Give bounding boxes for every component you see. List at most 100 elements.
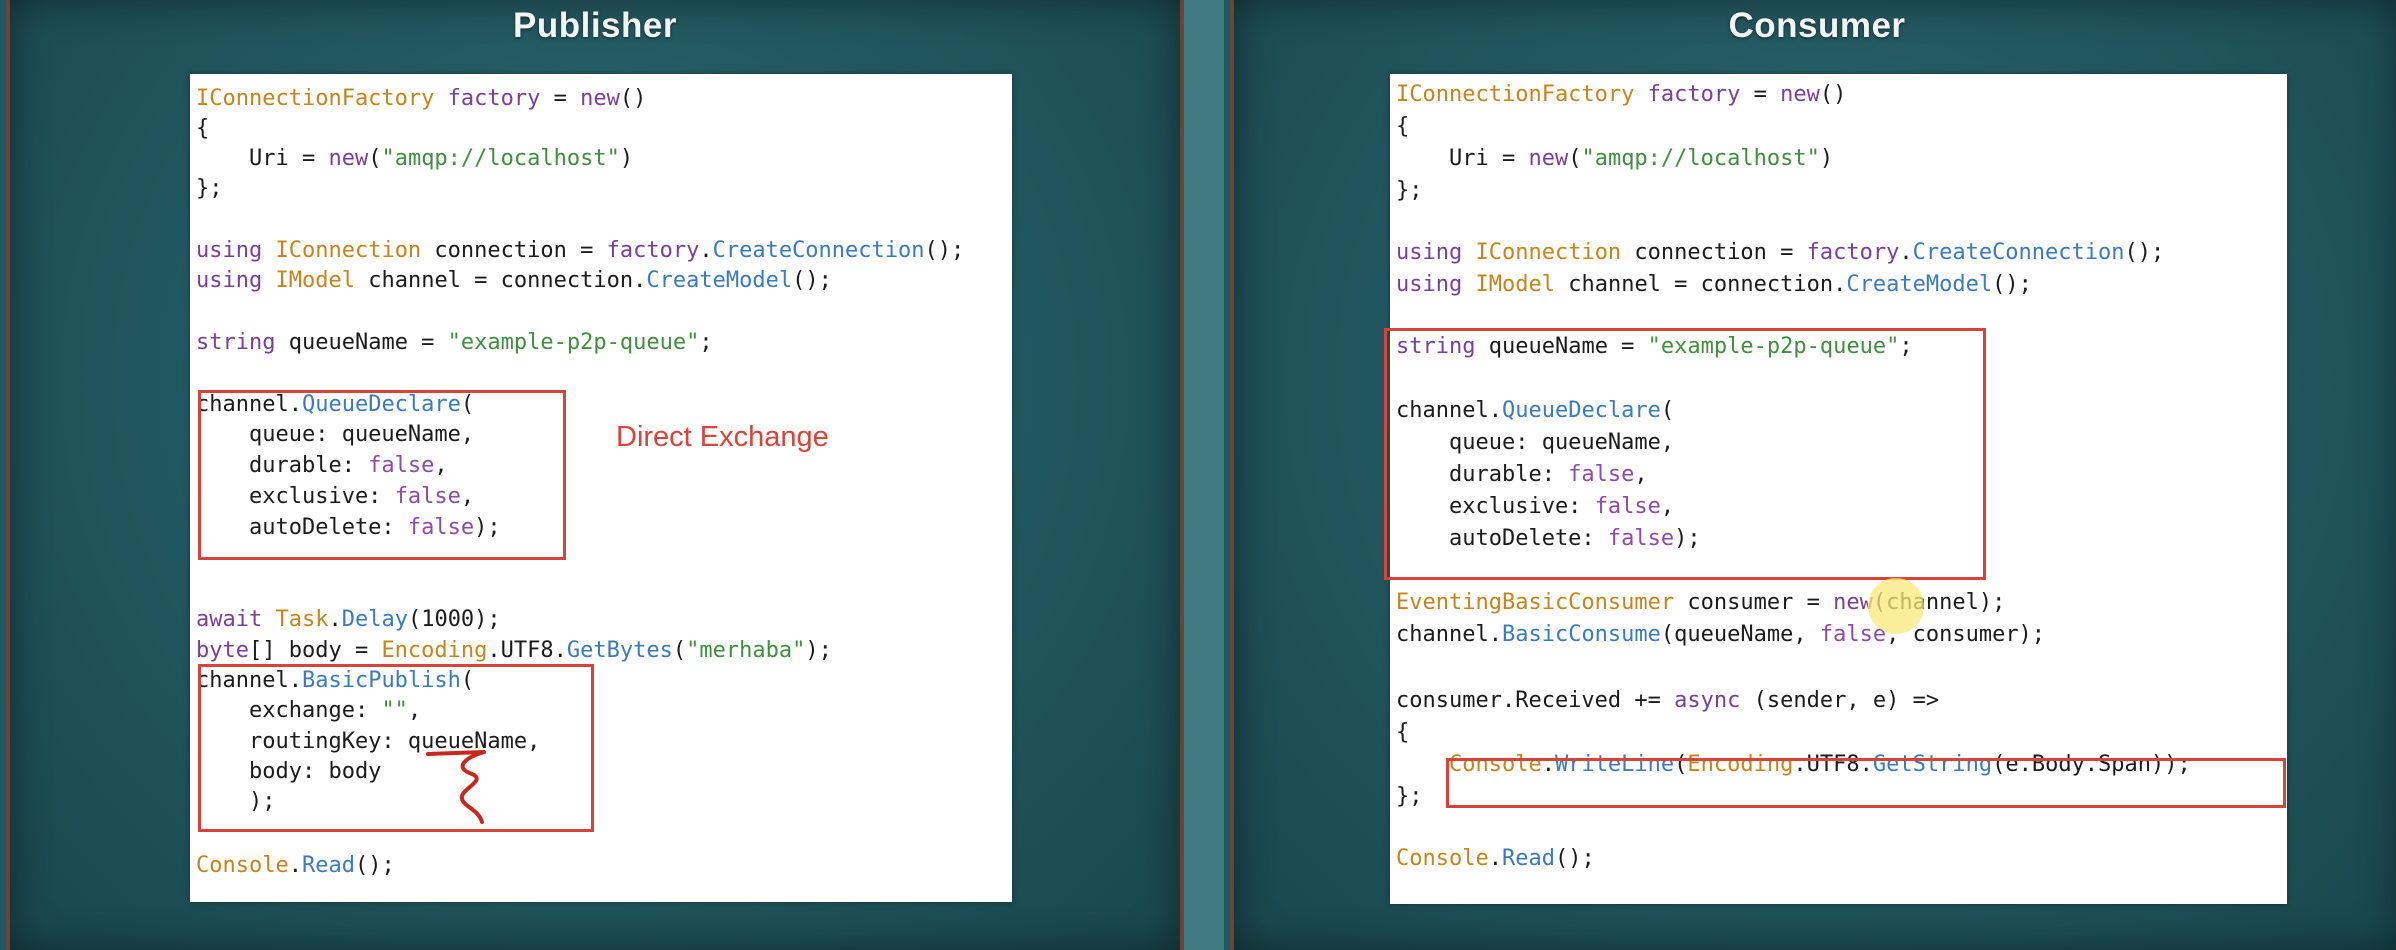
panel-divider	[1184, 0, 1224, 950]
publisher-code-token: "example-p2p-queue"	[447, 330, 700, 355]
consumer-code-line: IConnectionFactory factory = new()	[1396, 80, 1846, 110]
publisher-code-token: {	[196, 116, 210, 141]
queue-declare-highlight-box	[1384, 328, 1986, 580]
consumer-code-line: Console.Read();	[1396, 844, 1595, 874]
publisher-code-line: };	[196, 174, 223, 204]
direct-exchange-note: Direct Exchange	[616, 421, 829, 453]
consumer-code-token: channel = connection.	[1554, 272, 1847, 297]
consumer-code-line: consumer.Received += async (sender, e) =…	[1396, 686, 1939, 716]
publisher-code-token: (	[672, 638, 687, 663]
consumer-code-token: connection =	[1621, 240, 1807, 265]
publisher-code-token: factory	[447, 86, 541, 111]
publisher-code-token: (	[368, 146, 382, 171]
publisher-code-token: using	[196, 268, 263, 293]
publisher-code-token: .	[328, 607, 342, 632]
consumer-code-token: ();	[2124, 240, 2165, 265]
publisher-code-line: {	[196, 114, 209, 144]
publisher-code-token: ();	[924, 238, 965, 263]
consumer-code-token: (queueName,	[1660, 622, 1820, 647]
consumer-code-token: factory	[1806, 240, 1900, 265]
publisher-code-token: };	[196, 176, 223, 201]
pen-scribble-annotation	[426, 750, 486, 824]
consumer-code-token: IConnection	[1475, 240, 1622, 265]
consumer-code-line: };	[1396, 176, 1423, 206]
consumer-code-token: {	[1396, 114, 1410, 139]
publisher-code-token: Console	[196, 853, 289, 878]
publisher-code-token: using	[196, 238, 263, 263]
consumer-code-token: new	[1833, 590, 1873, 615]
consumer-code-token: Uri =	[1396, 146, 1529, 171]
consumer-code-token: .	[1488, 846, 1502, 871]
consumer-code-token: (	[1568, 146, 1582, 171]
consumer-code-line: channel.BasicConsume(queueName, false, c…	[1396, 620, 2045, 650]
consumer-code-token: using	[1396, 272, 1463, 297]
consumer-code-token	[1634, 82, 1647, 107]
consumer-code-token	[1462, 272, 1475, 297]
publisher-code-line: await Task.Delay(1000);	[196, 605, 501, 635]
publisher-code-token: string	[196, 330, 276, 355]
publisher-code-token: new	[580, 86, 620, 111]
consumer-code-token: (sender, e) =>	[1740, 688, 1940, 713]
consumer-code-token: ();	[1992, 272, 2032, 297]
publisher-code-token	[262, 268, 275, 293]
publisher-code-token: Uri =	[196, 146, 329, 171]
consumer-code-token: consumer =	[1674, 590, 1834, 615]
consumer-code-token: Console	[1396, 846, 1489, 871]
consumer-code-token: ()	[1819, 82, 1847, 107]
consumer-code-token: };	[1396, 784, 1423, 809]
consumer-code-token: )	[1819, 146, 1834, 171]
consumer-title: Consumer	[1728, 6, 1906, 45]
publisher-code-sheet: IConnectionFactory factory = new(){ Uri …	[190, 74, 1012, 902]
publisher-code-token: =	[540, 86, 581, 111]
publisher-code-line: Console.Read();	[196, 851, 395, 881]
publisher-code-token	[434, 86, 447, 111]
consumer-code-token: "amqp://localhost"	[1581, 146, 1820, 171]
publisher-code-token: Delay	[341, 607, 408, 632]
publisher-code-token: ();	[354, 853, 395, 878]
consumer-code-token: ();	[1554, 846, 1595, 871]
publisher-code-token: .	[699, 238, 713, 263]
publisher-code-line: using IModel channel = connection.Create…	[196, 266, 832, 296]
consumer-code-token: new	[1528, 146, 1569, 171]
consumer-code-line: Uri = new("amqp://localhost")	[1396, 144, 1833, 174]
consumer-code-token: };	[1396, 178, 1423, 203]
publisher-code-token: IModel	[275, 268, 355, 293]
publisher-code-line: IConnectionFactory factory = new()	[196, 84, 646, 114]
publisher-code-token: [] body =	[248, 638, 382, 663]
consumer-code-token	[1396, 752, 1449, 777]
consumer-code-token: .	[1899, 240, 1913, 265]
publisher-code-line: Uri = new("amqp://localhost")	[196, 144, 633, 174]
queue-declare-highlight-box	[198, 390, 566, 560]
cursor-highlight	[1868, 578, 1924, 634]
consumer-code-token: factory	[1647, 82, 1741, 107]
consumer-code-token: channel.	[1396, 622, 1502, 647]
consumer-code-line: };	[1396, 782, 1423, 812]
publisher-code-token: ();	[792, 268, 832, 293]
publisher-code-line: using IConnection connection = factory.C…	[196, 236, 964, 266]
publisher-panel: Publisher IConnectionFactory factory = n…	[6, 0, 1184, 950]
publisher-code-token: queueName =	[275, 330, 448, 355]
consumer-code-line: using IModel channel = connection.Create…	[1396, 270, 2032, 300]
publisher-code-token: (1000);	[407, 607, 501, 632]
consumer-code-token: EventingBasicConsumer	[1396, 590, 1675, 615]
consumer-code-line: {	[1396, 112, 1409, 142]
consumer-code-sheet: IConnectionFactory factory = new() { Uri …	[1384, 74, 2287, 904]
consumer-code-token: using	[1396, 240, 1463, 265]
publisher-title: Publisher	[513, 6, 677, 45]
write-line-highlight-box	[1446, 758, 2286, 808]
publisher-code-token: CreateConnection	[712, 238, 925, 263]
consumer-code-token: consumer.Received +=	[1396, 688, 1675, 713]
consumer-code-line: {	[1396, 718, 1409, 748]
publisher-code-token: channel = connection.	[354, 268, 647, 293]
consumer-code-token: {	[1396, 720, 1410, 745]
publisher-code-token: .	[288, 853, 302, 878]
publisher-code-token: new	[328, 146, 369, 171]
publisher-code-token: .UTF8.	[487, 638, 567, 663]
publisher-code-token: );	[805, 638, 832, 663]
consumer-code-token: IConnectionFactory	[1396, 82, 1635, 107]
publisher-code-token	[262, 607, 275, 632]
publisher-code-line: string queueName = "example-p2p-queue";	[196, 328, 713, 358]
publisher-code-token: ;	[699, 330, 713, 355]
consumer-code-token	[1462, 240, 1475, 265]
publisher-code-token: byte	[196, 638, 249, 663]
